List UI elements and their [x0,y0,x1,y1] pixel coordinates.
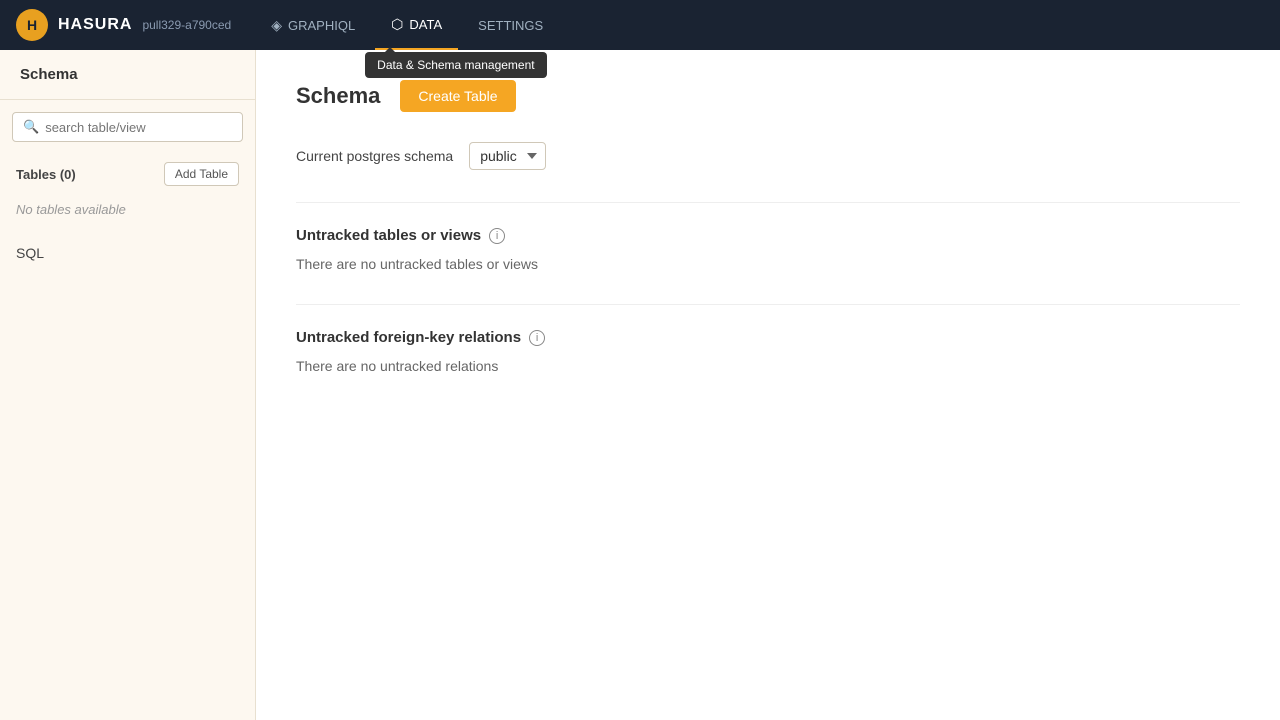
search-icon: 🔍 [23,119,39,135]
sidebar-no-tables: No tables available [0,194,255,225]
schema-row-label: Current postgres schema [296,148,453,164]
content-header: Schema Create Table [296,80,1240,112]
untracked-tables-section: Untracked tables or views i There are no… [296,227,1240,272]
schema-row: Current postgres schema public [296,142,1240,170]
data-tooltip: Data & Schema management [365,52,546,78]
untracked-tables-info-icon[interactable]: i [489,228,505,244]
nav-item-graphiql-label: GRAPHIQL [288,18,355,33]
sidebar-tables-header: Tables (0) Add Table [0,154,255,194]
untracked-tables-title: Untracked tables or views [296,227,481,244]
schema-select[interactable]: public [469,142,546,170]
untracked-relations-title: Untracked foreign-key relations [296,329,521,346]
main-content: Schema Create Table Current postgres sch… [256,50,1280,720]
page-title: Schema [296,83,380,109]
top-navigation: H HASURA pull329-a790ced ◈ GRAPHIQL ⬡ DA… [0,0,1280,50]
brand-version: pull329-a790ced [142,18,231,32]
untracked-relations-header: Untracked foreign-key relations i [296,329,1240,346]
sidebar-search-container: 🔍 [12,112,243,142]
data-icon: ⬡ [391,16,403,33]
nav-item-data-label: DATA [409,17,442,32]
nav-item-settings-label: SETTINGS [478,18,543,33]
brand-logo: H [16,9,48,41]
untracked-relations-empty: There are no untracked relations [296,358,1240,374]
search-input[interactable] [45,120,232,135]
untracked-relations-section: Untracked foreign-key relations i There … [296,329,1240,374]
divider-2 [296,304,1240,305]
brand-name: HASURA [58,16,132,34]
untracked-relations-info-icon[interactable]: i [529,330,545,346]
brand: H HASURA pull329-a790ced [16,9,231,41]
sidebar-tables-label: Tables (0) [16,167,76,182]
create-table-button[interactable]: Create Table [400,80,515,112]
nav-item-graphiql[interactable]: ◈ GRAPHIQL [255,0,371,50]
main-layout: Schema 🔍 Tables (0) Add Table No tables … [0,50,1280,720]
sidebar-schema-header: Schema [0,50,255,100]
untracked-tables-header: Untracked tables or views i [296,227,1240,244]
sidebar-sql-link[interactable]: SQL [0,233,255,273]
nav-item-data[interactable]: ⬡ DATA Data & Schema management [375,0,458,50]
untracked-tables-empty: There are no untracked tables or views [296,256,1240,272]
nav-item-settings[interactable]: SETTINGS [462,0,559,50]
add-table-button[interactable]: Add Table [164,162,239,186]
nav-items: ◈ GRAPHIQL ⬡ DATA Data & Schema manageme… [255,0,559,50]
divider-1 [296,202,1240,203]
sidebar: Schema 🔍 Tables (0) Add Table No tables … [0,50,256,720]
graphiql-icon: ◈ [271,17,282,34]
